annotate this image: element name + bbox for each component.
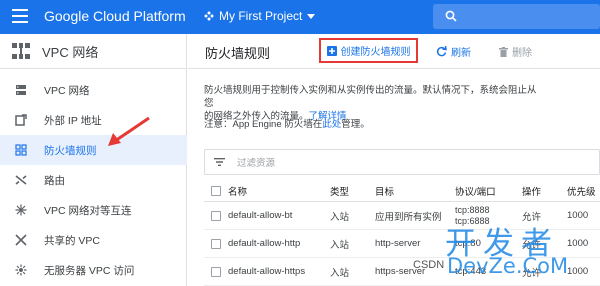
rule-name[interactable]: default-allow-http [228,238,330,249]
project-icon [204,11,214,21]
column-header[interactable]: 名称 [228,184,330,198]
chevron-down-icon [307,13,316,19]
rule-type: 入站 [330,211,350,223]
sidebar-item-peering[interactable]: VPC 网络对等互连 [0,195,187,225]
watermark-csdn: CSDN [413,259,445,271]
filter-input[interactable]: 过滤资源 [204,149,600,175]
page-title: 防火墙规则 [205,46,271,61]
sidebar-item-vpc-network[interactable]: VPC 网络 [0,75,187,105]
refresh-icon [436,46,447,57]
search-icon [445,10,457,22]
refresh-button[interactable]: 刷新 [436,44,471,59]
sidebar-item-serverless[interactable]: 无服务器 VPC 访问 [0,255,187,285]
project-name: My First Project [219,9,303,23]
shared-vpc-icon [15,234,27,246]
column-header[interactable]: 优先级 [567,184,600,198]
sidebar-item-label: 防火墙规则 [44,144,97,157]
column-header[interactable]: 类型 [330,184,375,198]
sidebar-item-label: 共享的 VPC [44,234,101,247]
project-selector[interactable]: My First Project [204,9,316,23]
create-label: 创建防火墙规则 [340,47,411,58]
sidebar: VPC 网络 VPC 网络 外部 IP 地址 防火墙规则 路由 VPC 网络对等… [0,34,187,286]
filter-placeholder: 过滤资源 [237,158,276,169]
row-checkbox[interactable] [211,210,221,221]
rule-name[interactable]: default-allow-https [228,266,330,277]
refresh-label: 刷新 [451,48,471,59]
delete-button[interactable]: 删除 [499,44,532,59]
sidebar-item-label: VPC 网络 [44,84,90,97]
note-suffix: 管理。 [341,119,370,130]
peering-icon [15,204,27,216]
search-input[interactable] [433,4,600,29]
sidebar-item-label: 路由 [44,174,65,187]
watermark: 开发者 CSDN DevZe.CoM [413,218,600,286]
app-engine-note: 注意：App Engine 防火墙在此处管理。 [204,116,370,130]
sidebar-item-label: 无服务器 VPC 访问 [44,264,135,277]
rule-name[interactable]: default-allow-bt [228,210,330,221]
column-header[interactable]: 目标 [375,184,455,198]
rule-type: 入站 [330,239,350,251]
vpc-network-icon [12,43,30,59]
network-icon [16,85,26,95]
route-icon [15,175,27,185]
rule-target: http-server [375,238,421,249]
sidebar-item-firewall[interactable]: 防火墙规则 [0,135,187,165]
add-box-icon [326,45,337,56]
rule-target: 应用到所有实例 [375,211,442,223]
note-link[interactable]: 此处 [322,119,341,130]
sidebar-header: VPC 网络 [0,34,186,69]
page-header: 防火墙规则 创建防火墙规则 刷新 删除 [188,34,600,69]
row-checkbox[interactable] [211,266,221,277]
sidebar-item-routes[interactable]: 路由 [0,165,187,195]
table-header: 名称 类型 目标 协议/端口 操作 优先级 [204,180,600,202]
sidebar-item-label: 外部 IP 地址 [44,114,102,127]
create-firewall-rule-button[interactable]: 创建防火墙规则 [319,38,418,63]
rule-proto-1: tcp:8888 [455,204,490,215]
description-line-1: 防火墙规则用于控制传入实例和从实例传出的流量。默认情况下，系统会阻止从您 [204,85,537,109]
sidebar-item-label: VPC 网络对等互连 [44,204,132,217]
watermark-bottom: DevZe.CoM [447,254,569,278]
serverless-icon [15,264,27,276]
annotation-arrow [108,116,150,146]
filter-icon [214,158,225,166]
menu-icon[interactable] [12,9,28,23]
note-prefix: 注意：App Engine 防火墙在 [204,119,323,130]
firewall-icon [15,144,27,156]
top-app-bar: Google Cloud Platform My First Project [0,0,600,34]
delete-label: 删除 [512,48,532,59]
sidebar-item-external-ip[interactable]: 外部 IP 地址 [0,105,187,135]
sidebar-title: VPC 网络 [42,44,99,60]
external-ip-icon [15,114,27,126]
trash-icon [499,46,508,57]
select-all-checkbox[interactable] [211,185,221,196]
sidebar-item-shared-vpc[interactable]: 共享的 VPC [0,225,187,255]
rule-type: 入站 [330,267,350,279]
column-header[interactable]: 协议/端口 [455,184,522,198]
column-header[interactable]: 操作 [522,184,567,198]
brand-title[interactable]: Google Cloud Platform [44,8,186,24]
row-checkbox[interactable] [211,238,221,249]
